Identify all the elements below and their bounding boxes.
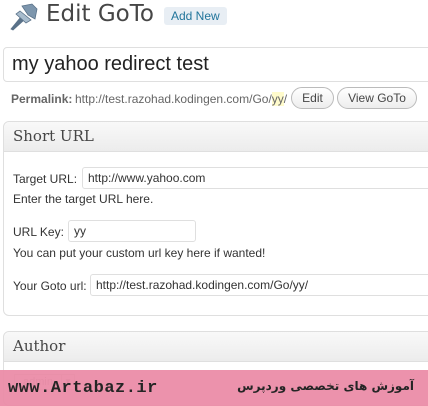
view-goto-button[interactable]: View GoTo [337, 87, 417, 109]
page-title: Edit GoTo [46, 1, 154, 27]
url-key-help: You can put your custom url key here if … [13, 246, 266, 260]
target-url-label: Target URL: [13, 172, 78, 186]
goto-url-label: Your Goto url: [13, 279, 87, 293]
target-url-help: Enter the target URL here. [13, 192, 154, 206]
short-url-heading[interactable]: Short URL [4, 122, 428, 152]
permalink-label: Permalink: [11, 92, 73, 106]
page-header: Edit GoTo Add New [6, 0, 428, 34]
watermark-banner: www.Artabaz.ir آموزش های تخصصی وردپرس [0, 370, 428, 406]
post-title-input[interactable]: my yahoo redirect test [3, 47, 428, 82]
watermark-site-url: www.Artabaz.ir [8, 379, 158, 398]
url-key-label: URL Key: [13, 225, 64, 239]
short-url-box: Short URL Target URL: http://www.yahoo.c… [3, 121, 428, 316]
permalink-url[interactable]: http://test.razohad.kodingen.com/Go/yy/ [75, 92, 287, 106]
author-heading[interactable]: Author [4, 332, 428, 362]
url-key-input[interactable]: yy [68, 220, 196, 242]
edit-permalink-button[interactable]: Edit [291, 87, 334, 109]
add-new-button[interactable]: Add New [164, 7, 227, 25]
pushpin-icon [10, 3, 38, 31]
goto-url-input[interactable]: http://test.razohad.kodingen.com/Go/yy/ [90, 274, 428, 296]
watermark-tagline: آموزش های تخصصی وردپرس [237, 379, 414, 393]
target-url-input[interactable]: http://www.yahoo.com [82, 167, 428, 189]
permalink-slug[interactable]: yy [271, 92, 284, 106]
